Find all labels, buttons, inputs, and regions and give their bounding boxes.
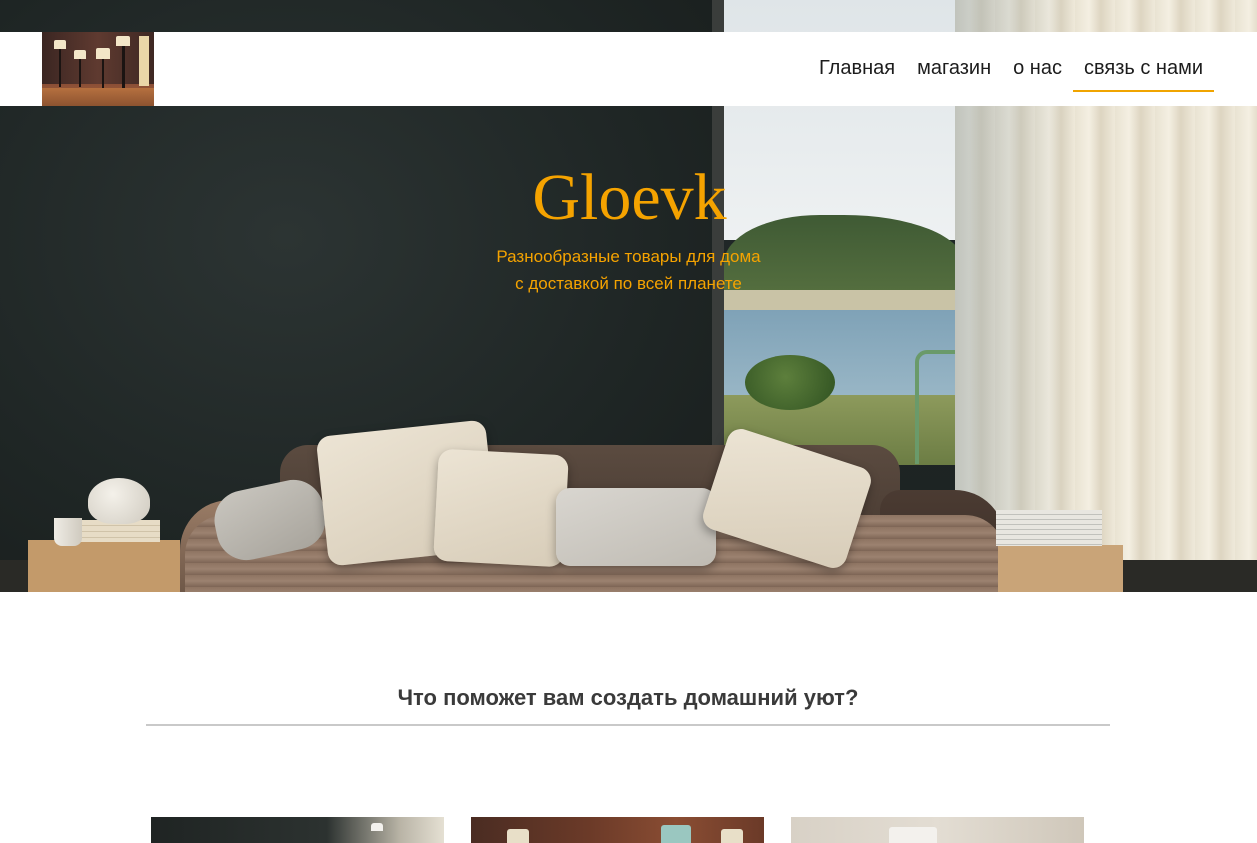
nav-item-contact[interactable]: связь с нами bbox=[1072, 32, 1214, 92]
section-divider bbox=[146, 724, 1110, 726]
site-logo[interactable] bbox=[42, 32, 154, 106]
product-card-2[interactable] bbox=[471, 817, 764, 843]
site-header: Главная магазин о нас связь с нами bbox=[0, 32, 1257, 106]
section-heading: Что поможет вам создать домашний уют? bbox=[397, 685, 859, 710]
hero-subtitle: Разнообразные товары для дома с доставко… bbox=[0, 243, 1257, 297]
nav-item-shop[interactable]: магазин bbox=[906, 32, 1002, 106]
product-card-1[interactable] bbox=[151, 817, 444, 843]
nav-item-home[interactable]: Главная bbox=[808, 32, 906, 106]
hero-title-text: Gloevk bbox=[532, 161, 727, 234]
hero-subtitle-line-1: Разнообразные товары для дома bbox=[496, 247, 761, 266]
hero-subtitle-line-2: с доставкой по всей планете bbox=[515, 274, 742, 293]
hero-title: Gloevk bbox=[0, 160, 1257, 236]
product-card-3[interactable] bbox=[791, 817, 1084, 843]
main-nav: Главная магазин о нас связь с нами bbox=[808, 32, 1214, 106]
nav-item-about[interactable]: о нас bbox=[1002, 32, 1073, 106]
